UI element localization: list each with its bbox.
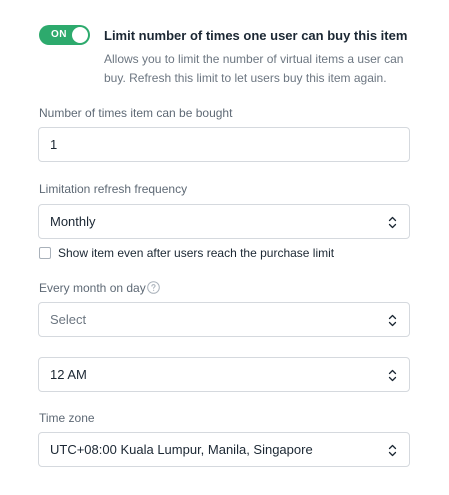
month-day-label: Every month on day <box>39 281 146 295</box>
toggle-state-label: ON <box>51 29 67 40</box>
month-day-placeholder: Select <box>50 312 87 327</box>
purchase-limit-description: Allows you to limit the number of virtua… <box>104 52 404 85</box>
refresh-frequency-select[interactable]: Monthly <box>38 204 410 239</box>
month-day-select[interactable]: Select <box>38 302 410 337</box>
question-circle-icon[interactable] <box>147 281 160 294</box>
refresh-frequency-value: Monthly <box>50 214 96 229</box>
time-zone-label: Time zone <box>39 411 95 425</box>
time-zone-value: UTC+08:00 Kuala Lumpur, Manila, Singapor… <box>50 442 313 457</box>
show-item-option: Show item even after users reach the pur… <box>39 246 419 262</box>
show-item-checkbox-label[interactable]: Show item even after users reach the pur… <box>58 246 334 261</box>
purchase-limit-toggle[interactable]: ON <box>39 25 90 45</box>
chevron-up-down-icon <box>388 314 397 327</box>
toggle-knob <box>72 27 88 43</box>
purchase-limit-title: Limit number of times one user can buy t… <box>104 28 408 43</box>
chevron-up-down-icon <box>388 444 397 457</box>
time-value: 12 AM <box>50 367 87 382</box>
times-bought-label: Number of times item can be bought <box>39 106 233 120</box>
time-zone-select[interactable]: UTC+08:00 Kuala Lumpur, Manila, Singapor… <box>38 432 410 467</box>
times-bought-value: 1 <box>50 137 58 152</box>
refresh-frequency-label: Limitation refresh frequency <box>39 182 188 196</box>
time-select[interactable]: 12 AM <box>38 357 410 392</box>
chevron-up-down-icon <box>388 216 397 229</box>
show-item-checkbox[interactable] <box>39 247 51 259</box>
chevron-up-down-icon <box>388 369 397 382</box>
times-bought-input[interactable]: 1 <box>38 127 410 162</box>
